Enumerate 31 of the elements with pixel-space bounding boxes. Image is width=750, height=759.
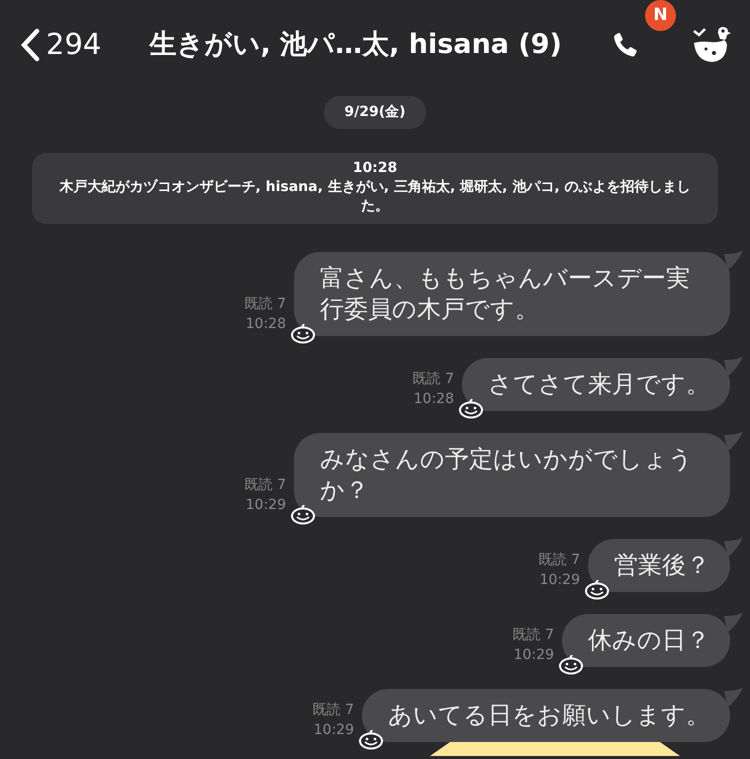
read-receipt: 既読 7 bbox=[244, 295, 286, 314]
message-text: 休みの日？ bbox=[588, 626, 710, 654]
read-receipt: 既読 7 bbox=[244, 476, 286, 495]
system-time: 10:28 bbox=[352, 159, 398, 178]
chat-title: 生きがい, 池パ…太, hisana (9) bbox=[149, 28, 562, 62]
pumpkin-icon bbox=[290, 505, 316, 525]
message-text: 営業後？ bbox=[614, 551, 710, 579]
message-time: 10:29 bbox=[512, 646, 554, 665]
pumpkin-icon bbox=[584, 580, 610, 600]
date-chip: 9/29(金) bbox=[324, 96, 426, 129]
message-time: 10:29 bbox=[244, 496, 286, 515]
back-button[interactable]: 294 bbox=[20, 23, 102, 67]
read-receipt: 既読 7 bbox=[312, 701, 354, 720]
message-text: 富さん、ももちゃんバースデー実行委員の木戸です。 bbox=[320, 264, 690, 323]
message-text: さてさて来月です。 bbox=[488, 370, 710, 398]
message-time: 10:29 bbox=[538, 571, 580, 590]
read-receipt: 既読 7 bbox=[412, 370, 454, 389]
message-time: 10:28 bbox=[244, 315, 286, 334]
back-icon bbox=[20, 28, 40, 62]
message-time: 10:29 bbox=[312, 721, 354, 740]
pumpkin-icon bbox=[558, 655, 584, 675]
message-text: あいてる日をお願いします。 bbox=[388, 701, 710, 729]
system-message: 木戸大紀がカヅコオンザビーチ, hisana, 生きがい, 三角祐太, 堀研太, 池パコ, のぶよを招待しました。 bbox=[58, 178, 692, 216]
pumpkin-icon bbox=[458, 399, 484, 419]
message-text: みなさんの予定はいかがでしょうか？ bbox=[320, 445, 693, 504]
read-receipt: 既読 7 bbox=[512, 626, 554, 645]
notification-badge: N bbox=[645, 0, 676, 31]
pumpkin-icon bbox=[290, 324, 316, 344]
read-receipt: 既読 7 bbox=[538, 551, 580, 570]
message-time: 10:28 bbox=[412, 390, 454, 409]
pumpkin-icon bbox=[358, 730, 384, 750]
